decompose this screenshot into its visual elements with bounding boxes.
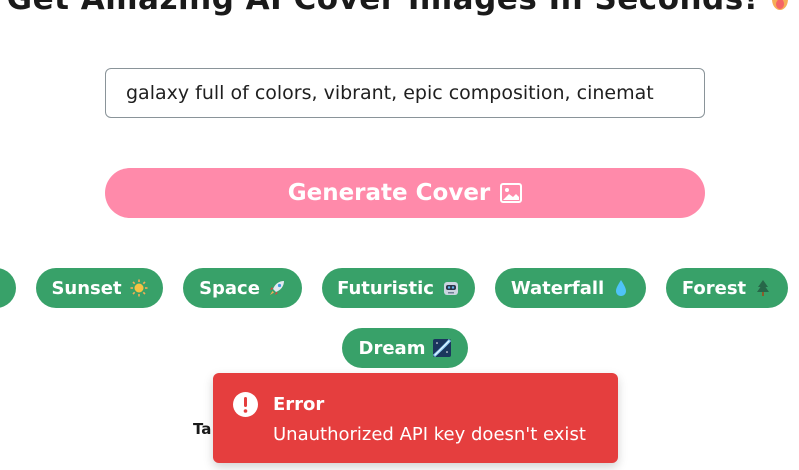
rocket-icon [268,279,286,297]
suggestion-chip-forest[interactable]: Forest [666,268,788,308]
robot-icon [442,279,460,297]
alert-circle-icon [233,392,258,417]
suggestion-chip-partial[interactable] [0,268,16,308]
page-title-row: Get Amazing AI Cover Images In Seconds! [0,0,799,17]
generate-cover-button[interactable]: Generate Cover [105,168,705,218]
toast-message: Unauthorized API key doesn't exist [273,424,586,445]
generate-cover-label: Generate Cover [287,180,491,206]
app-stage: Get Amazing AI Cover Images In Seconds! … [0,0,799,470]
suggestion-chip-label: Waterfall [510,277,605,299]
fire-icon [768,0,792,11]
suggestion-chip-futuristic[interactable]: Futuristic [322,268,475,308]
sun-icon [130,279,148,297]
milky-way-icon [433,339,452,358]
suggestion-chip-waterfall[interactable]: Waterfall [495,268,646,308]
prompt-input[interactable] [105,68,705,118]
obscured-text: Ta [193,420,212,438]
suggestion-chip-dream[interactable]: Dream [342,328,468,368]
error-toast: Error Unauthorized API key doesn't exist [213,373,618,463]
suggestion-chip-sunset[interactable]: Sunset [36,268,163,308]
suggestion-chip-label: Forest [681,277,747,299]
suggestion-chip-label: Sunset [51,277,122,299]
suggestion-chip-label: Futuristic [337,277,434,299]
droplet-icon [612,279,630,297]
suggestion-chip-label: Space [199,277,260,299]
picture-icon [500,183,523,203]
suggestion-chip-space[interactable]: Space [183,268,302,308]
toast-title: Error [273,394,325,415]
page-title: Get Amazing AI Cover Images In Seconds! [7,0,759,17]
suggestion-chip-label: Dream [358,337,426,359]
tree-icon [754,279,772,297]
